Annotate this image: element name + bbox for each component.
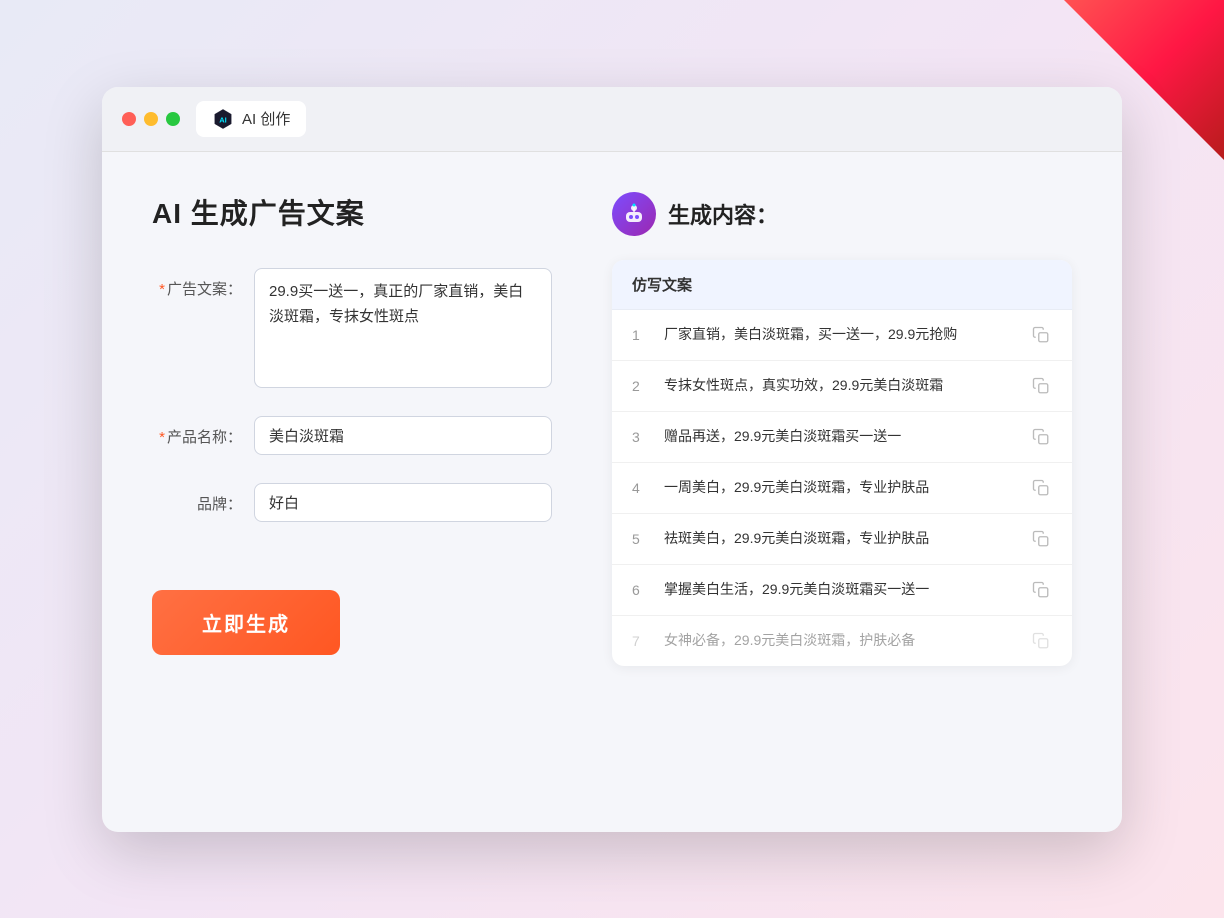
required-star-2: * [159,429,165,446]
result-title: 生成内容： [668,198,778,230]
browser-window: AI AI 创作 AI 生成广告文案 *广告文案： 29.9买一送一，真正的厂家… [102,87,1122,832]
ai-tab-icon: AI [212,108,234,130]
tab-label: AI 创作 [242,108,290,129]
brand-label: 品牌： [152,483,242,514]
row-num: 3 [632,429,652,445]
ai-tab[interactable]: AI AI 创作 [196,101,306,137]
close-button[interactable] [122,112,136,126]
row-text: 厂家直销，美白淡斑霜，买一送一，29.9元抢购 [664,324,1018,345]
row-text: 女神必备，29.9元美白淡斑霜，护肤必备 [664,630,1018,651]
generate-button[interactable]: 立即生成 [152,590,340,655]
brand-group: 品牌： [152,483,552,522]
row-num: 6 [632,582,652,598]
robot-icon-wrap [612,192,656,236]
row-num: 1 [632,327,652,343]
table-row: 7 女神必备，29.9元美白淡斑霜，护肤必备 [612,616,1072,666]
copy-icon-4[interactable] [1030,477,1052,499]
product-name-input[interactable] [254,416,552,455]
minimize-button[interactable] [144,112,158,126]
page-title: AI 生成广告文案 [152,192,552,232]
row-text: 一周美白，29.9元美白淡斑霜，专业护肤品 [664,477,1018,498]
ad-copy-group: *广告文案： 29.9买一送一，真正的厂家直销，美白淡斑霜，专抹女性斑点 [152,268,552,388]
title-bar: AI AI 创作 [102,87,1122,152]
row-text: 掌握美白生活，29.9元美白淡斑霜买一送一 [664,579,1018,600]
table-row: 5 祛斑美白，29.9元美白淡斑霜，专业护肤品 [612,514,1072,565]
product-name-group: *产品名称： [152,416,552,455]
robot-icon [621,201,647,227]
product-name-label: *产品名称： [152,416,242,447]
row-num: 7 [632,633,652,649]
table-row: 1 厂家直销，美白淡斑霜，买一送一，29.9元抢购 [612,310,1072,361]
copy-icon-5[interactable] [1030,528,1052,550]
table-header: 仿写文案 [612,260,1072,310]
table-row: 6 掌握美白生活，29.9元美白淡斑霜买一送一 [612,565,1072,616]
copy-icon-6[interactable] [1030,579,1052,601]
maximize-button[interactable] [166,112,180,126]
ad-copy-label: *广告文案： [152,268,242,299]
row-num: 2 [632,378,652,394]
ad-copy-textarea[interactable]: 29.9买一送一，真正的厂家直销，美白淡斑霜，专抹女性斑点 [254,268,552,388]
copy-icon-1[interactable] [1030,324,1052,346]
row-num: 4 [632,480,652,496]
row-text: 专抹女性斑点，真实功效，29.9元美白淡斑霜 [664,375,1018,396]
copy-icon-2[interactable] [1030,375,1052,397]
right-panel: 生成内容： 仿写文案 1 厂家直销，美白淡斑霜，买一送一，29.9元抢购 2 专… [612,192,1072,782]
row-num: 5 [632,531,652,547]
traffic-lights [122,112,180,126]
svg-text:AI: AI [219,115,227,124]
table-row: 4 一周美白，29.9元美白淡斑霜，专业护肤品 [612,463,1072,514]
result-table: 仿写文案 1 厂家直销，美白淡斑霜，买一送一，29.9元抢购 2 专抹女性斑点，… [612,260,1072,666]
row-text: 赠品再送，29.9元美白淡斑霜买一送一 [664,426,1018,447]
result-header: 生成内容： [612,192,1072,236]
table-row: 3 赠品再送，29.9元美白淡斑霜买一送一 [612,412,1072,463]
content-area: AI 生成广告文案 *广告文案： 29.9买一送一，真正的厂家直销，美白淡斑霜，… [102,152,1122,832]
copy-icon-3[interactable] [1030,426,1052,448]
table-row: 2 专抹女性斑点，真实功效，29.9元美白淡斑霜 [612,361,1072,412]
required-star-1: * [159,281,165,298]
left-panel: AI 生成广告文案 *广告文案： 29.9买一送一，真正的厂家直销，美白淡斑霜，… [152,192,552,782]
row-text: 祛斑美白，29.9元美白淡斑霜，专业护肤品 [664,528,1018,549]
brand-input[interactable] [254,483,552,522]
copy-icon-7[interactable] [1030,630,1052,652]
